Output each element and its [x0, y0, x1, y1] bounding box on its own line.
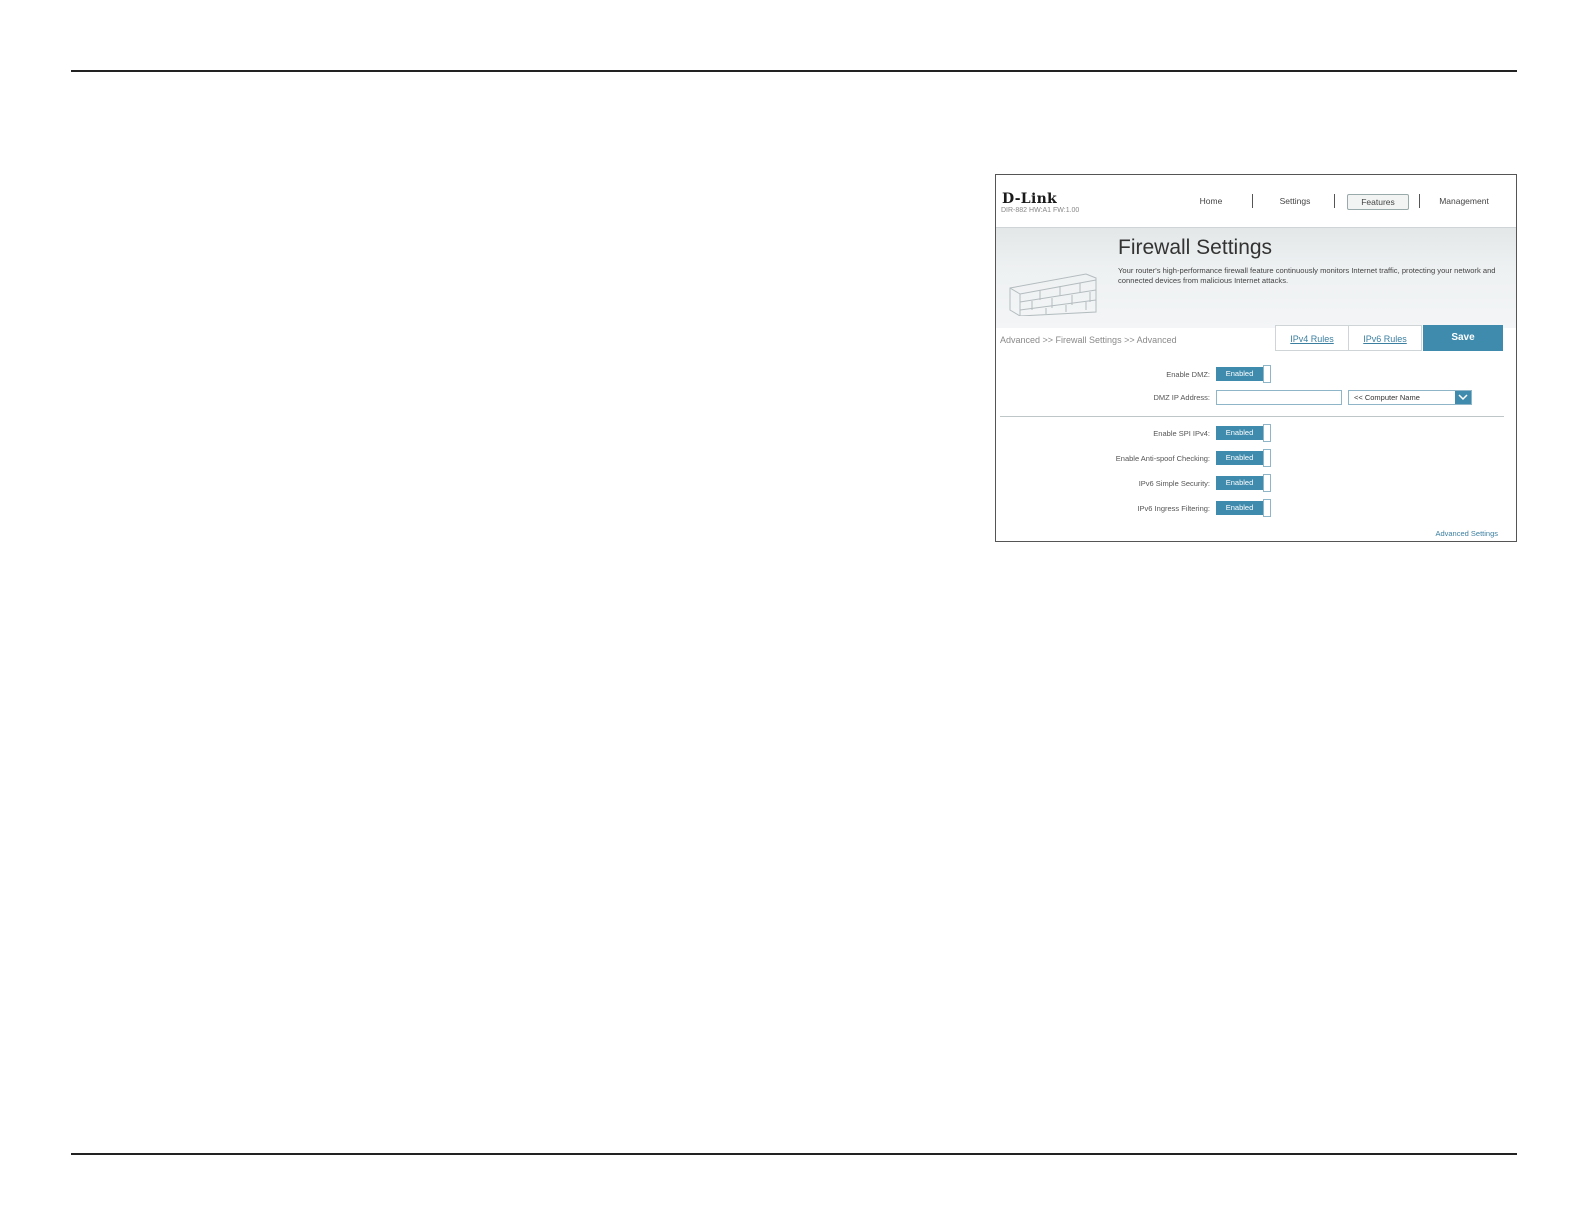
firewall-wall-icon	[1009, 273, 1097, 316]
toggle-knob[interactable]	[1263, 474, 1271, 492]
dmz-ip-label: DMZ IP Address:	[1153, 393, 1210, 402]
toggle-state: Enabled	[1216, 426, 1263, 440]
dmz-ip-input[interactable]	[1216, 390, 1342, 405]
page-title: Firewall Settings	[1118, 236, 1273, 259]
select-value: << Computer Name	[1354, 393, 1420, 402]
ipv6-rules-link[interactable]: IPv6 Rules	[1348, 325, 1422, 351]
nav-home[interactable]: Home	[1191, 191, 1231, 211]
toggle-knob[interactable]	[1263, 499, 1271, 517]
anti-spoof-label: Enable Anti-spoof Checking:	[1115, 454, 1210, 463]
ipv6-simple-security-toggle[interactable]: Enabled	[1216, 474, 1272, 492]
nav-separator	[1419, 194, 1420, 208]
toggle-knob[interactable]	[1263, 449, 1271, 467]
save-button[interactable]: Save	[1423, 325, 1503, 351]
bottom-rule	[71, 1153, 1517, 1155]
breadcrumb: Advanced >> Firewall Settings >> Advance…	[1000, 335, 1177, 345]
toggle-knob[interactable]	[1263, 424, 1271, 442]
toggle-state: Enabled	[1216, 476, 1263, 490]
enable-dmz-toggle[interactable]: Enabled	[1216, 365, 1272, 383]
toggle-knob[interactable]	[1263, 365, 1271, 383]
spi-ipv4-toggle[interactable]: Enabled	[1216, 424, 1272, 442]
chevron-down-icon[interactable]	[1455, 391, 1471, 404]
nav-management[interactable]: Management	[1433, 191, 1495, 211]
router-screenshot: D-Link DIR-882 HW:A1 FW:1.00 Home Settin…	[995, 174, 1517, 542]
ipv6-simple-security-label: IPv6 Simple Security:	[1138, 479, 1210, 488]
advanced-settings-link[interactable]: Advanced Settings	[1435, 529, 1498, 538]
header-bar: D-Link DIR-882 HW:A1 FW:1.00 Home Settin…	[996, 175, 1516, 227]
nav-separator	[1334, 194, 1335, 208]
enable-dmz-label: Enable DMZ:	[1166, 370, 1210, 379]
page-description: Your router's high-performance firewall …	[1118, 266, 1496, 285]
ipv6-ingress-filtering-label: IPv6 Ingress Filtering:	[1137, 504, 1210, 513]
toggle-state: Enabled	[1216, 451, 1263, 465]
ipv6-ingress-filtering-toggle[interactable]: Enabled	[1216, 499, 1272, 517]
spi-ipv4-label: Enable SPI IPv4:	[1153, 429, 1210, 438]
top-rule	[71, 70, 1517, 72]
section-divider	[1000, 416, 1504, 417]
anti-spoof-toggle[interactable]: Enabled	[1216, 449, 1272, 467]
nav-settings[interactable]: Settings	[1273, 191, 1317, 211]
feature-banner: Firewall Settings Your router's high-per…	[996, 227, 1516, 328]
toggle-state: Enabled	[1216, 501, 1263, 515]
main-nav: Home Settings Features Management	[996, 191, 1516, 211]
nav-separator	[1252, 194, 1253, 208]
toggle-state: Enabled	[1216, 367, 1263, 381]
ipv4-rules-link[interactable]: IPv4 Rules	[1275, 325, 1349, 351]
nav-features[interactable]: Features	[1347, 194, 1409, 210]
computer-name-select[interactable]: << Computer Name	[1348, 390, 1472, 405]
